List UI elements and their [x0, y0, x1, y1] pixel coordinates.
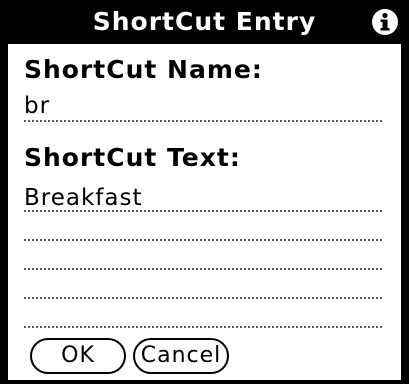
- shortcut-text-line: [24, 210, 382, 212]
- shortcut-text-label: ShortCut Text:: [24, 143, 241, 172]
- shortcut-text-line: [24, 326, 382, 328]
- shortcut-name-label: ShortCut Name:: [24, 55, 263, 84]
- info-icon[interactable]: [371, 8, 399, 36]
- shortcut-name-field[interactable]: br: [24, 92, 50, 120]
- shortcut-text-line: [24, 268, 382, 270]
- shortcut-text-line: [24, 297, 382, 299]
- dialog-title: ShortCut Entry: [92, 7, 317, 36]
- shortcut-name-underline: [24, 120, 382, 122]
- shortcut-text-line: [24, 239, 382, 241]
- ok-button[interactable]: OK: [30, 338, 126, 374]
- title-bar: ShortCut Entry: [0, 0, 409, 44]
- cancel-button[interactable]: Cancel: [133, 338, 229, 374]
- shortcut-text-field[interactable]: Breakfast: [24, 184, 143, 212]
